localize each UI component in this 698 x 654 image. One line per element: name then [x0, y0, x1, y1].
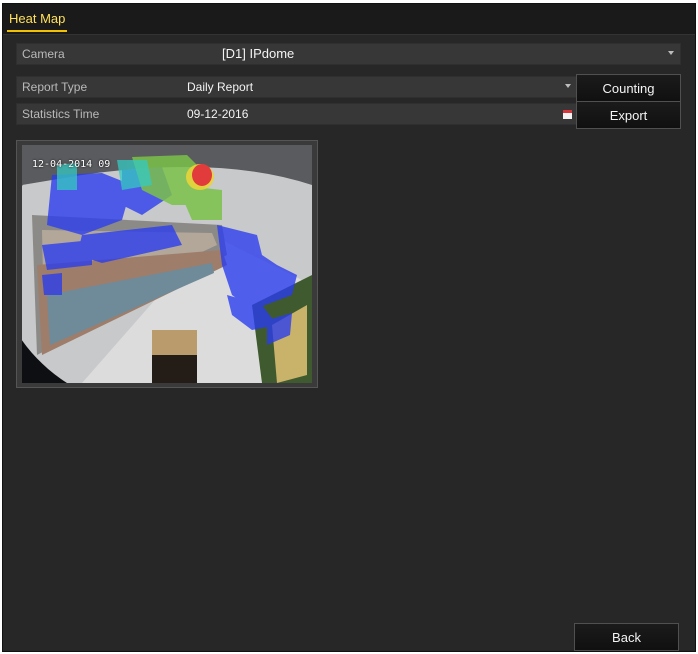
- store-heat-map-graphic: [22, 145, 312, 383]
- statistics-time-label: Statistics Time: [22, 107, 100, 121]
- statistics-time-value: 09-12-2016: [187, 107, 249, 121]
- report-type-label: Report Type: [22, 80, 88, 94]
- chevron-down-icon[interactable]: [565, 84, 571, 88]
- heat-map-preview-frame: 12-04-2014 09: [16, 140, 318, 388]
- camera-select[interactable]: Camera [D1] IPdome: [16, 43, 681, 65]
- back-button[interactable]: Back: [574, 623, 679, 651]
- report-type-value: Daily Report: [187, 80, 254, 94]
- tab-heat-map[interactable]: Heat Map: [7, 10, 68, 32]
- calendar-icon[interactable]: [563, 110, 572, 119]
- report-type-select[interactable]: Report Type Daily Report: [16, 76, 578, 98]
- camera-value: [D1] IPdome: [222, 46, 295, 61]
- heat-map-preview-image: 12-04-2014 09: [22, 145, 312, 383]
- tab-active-indicator: [7, 30, 68, 32]
- preview-timestamp: 12-04-2014 09: [32, 159, 111, 170]
- heat-map-window: Heat Map Camera [D1] IPdome Report Type …: [2, 3, 696, 652]
- title-bar: Heat Map: [3, 4, 695, 35]
- chevron-down-icon[interactable]: [668, 51, 674, 55]
- tab-heat-map-label: Heat Map: [9, 11, 66, 26]
- counting-button[interactable]: Counting: [576, 74, 681, 102]
- camera-label: Camera: [22, 47, 65, 61]
- statistics-time-field[interactable]: Statistics Time 09-12-2016: [16, 103, 578, 125]
- export-button[interactable]: Export: [576, 101, 681, 129]
